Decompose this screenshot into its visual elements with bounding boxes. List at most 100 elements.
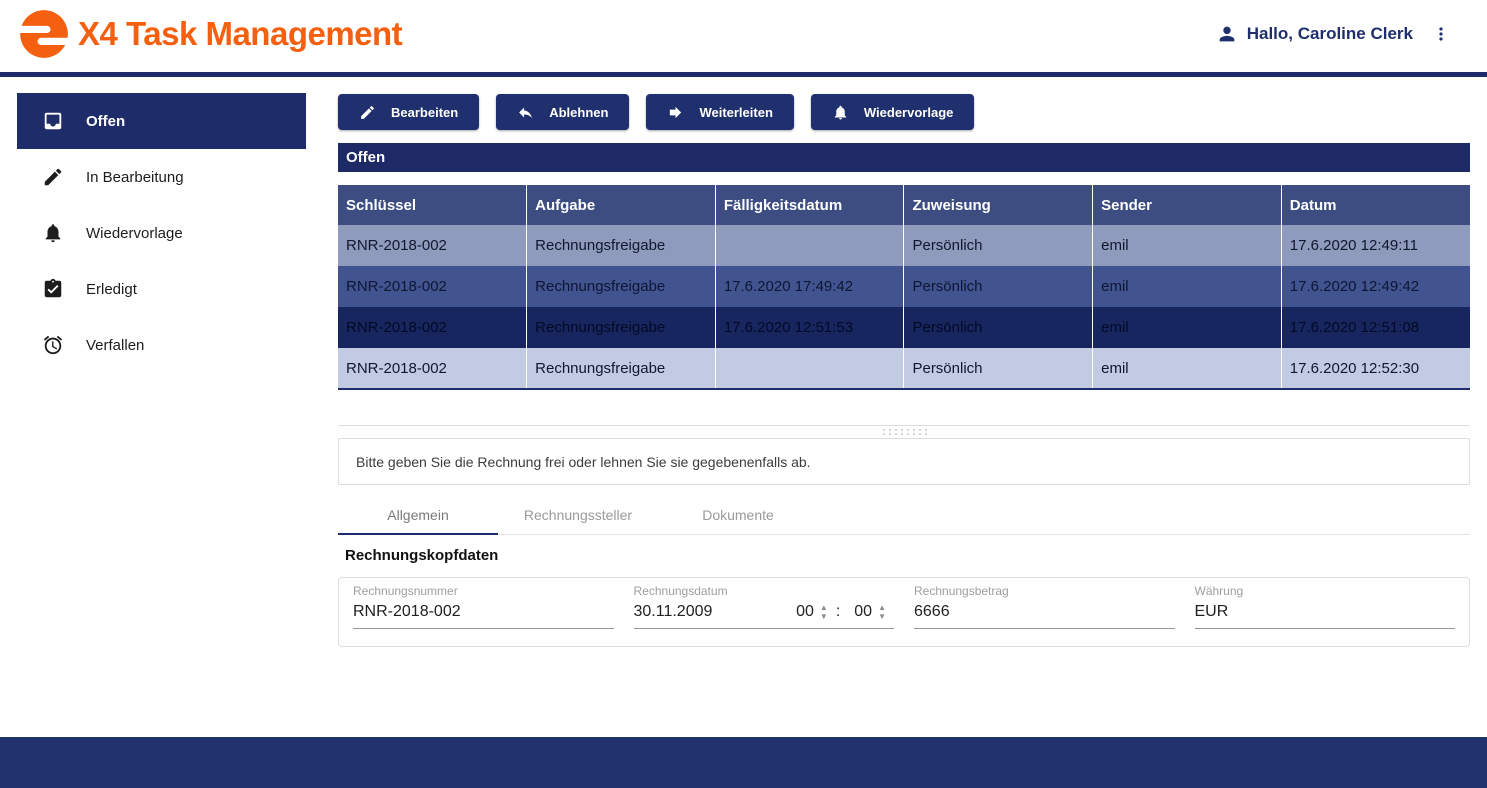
table-cell: 17.6.2020 17:49:42 (715, 266, 904, 307)
table-cell: emil (1093, 266, 1282, 307)
forward-arrow-icon (667, 104, 684, 121)
column-header[interactable]: Schlüssel (338, 185, 527, 225)
instruction-panel: Bitte geben Sie die Rechnung frei oder l… (338, 438, 1470, 485)
table-cell: emil (1093, 307, 1282, 348)
waehrung-input[interactable]: EUR (1195, 603, 1229, 621)
detail-tabs: AllgemeinRechnungsstellerDokumente (338, 495, 1470, 535)
button-label: Bearbeiten (391, 105, 458, 120)
ablehnen-button[interactable]: Ablehnen (496, 94, 629, 130)
field-rechnungsnummer: Rechnungsnummer RNR-2018-002 (353, 584, 614, 640)
table-body: RNR-2018-002RechnungsfreigabePersönliche… (338, 225, 1470, 389)
field-rechnungsdatum: Rechnungsdatum 30.11.2009 00 ▲ ▼ : 00 (634, 584, 895, 640)
app-header: X4 Task Management Hallo, Caroline Clerk (0, 0, 1487, 77)
table-cell: Rechnungsfreigabe (527, 307, 716, 348)
table-row[interactable]: RNR-2018-002Rechnungsfreigabe Persönliche… (338, 348, 1470, 389)
table-row[interactable]: RNR-2018-002Rechnungsfreigabe17.6.2020 1… (338, 266, 1470, 307)
rechnungsdatum-input[interactable]: 30.11.2009 (634, 603, 713, 621)
table-cell: Persönlich (904, 307, 1093, 348)
page-title: X4 Task Management (78, 15, 402, 53)
sidebar-item-label: Erledigt (86, 281, 137, 298)
table-cell: 17.6.2020 12:52:30 (1281, 348, 1470, 389)
column-header[interactable]: Sender (1093, 185, 1282, 225)
hours-input[interactable]: 00 (796, 603, 814, 621)
tab-allgemein[interactable]: Allgemein (338, 495, 498, 534)
field-label: Rechnungsnummer (353, 584, 614, 598)
toolbar: Bearbeiten Ablehnen Weiterleiten Wiedervorl… (338, 94, 1470, 130)
sidebar-item-wiedervorlage[interactable]: Wiedervorlage (17, 205, 306, 261)
weiterleiten-button[interactable]: Weiterleiten (646, 94, 793, 130)
button-label: Ablehnen (549, 105, 608, 120)
reply-arrow-icon (517, 104, 534, 121)
sidebar: Offen In Bearbeitung Wiedervorlage Erledigt… (0, 77, 306, 373)
field-label: Währung (1195, 584, 1456, 598)
footer-bar (0, 737, 1487, 788)
sidebar-item-erledigt[interactable]: Erledigt (17, 261, 306, 317)
table-cell: emil (1093, 225, 1282, 266)
table-cell: emil (1093, 348, 1282, 389)
task-list-title: Offen (338, 143, 1470, 172)
user-greeting: Hallo, Caroline Clerk (1247, 24, 1413, 44)
table-cell: 17.6.2020 12:51:08 (1281, 307, 1470, 348)
hours-decrement-button[interactable]: ▼ (820, 612, 828, 621)
wiedervorlage-button[interactable]: Wiedervorlage (811, 94, 974, 130)
table-cell: Persönlich (904, 225, 1093, 266)
pencil-icon (42, 166, 64, 188)
invoice-header-form: Rechnungsnummer RNR-2018-002 Rechnungsda… (338, 577, 1470, 647)
column-header[interactable]: Datum (1281, 185, 1470, 225)
time-separator: : (836, 603, 840, 621)
bearbeiten-button[interactable]: Bearbeiten (338, 94, 479, 130)
instruction-text: Bitte geben Sie die Rechnung frei oder l… (356, 454, 811, 470)
table-row[interactable]: RNR-2018-002Rechnungsfreigabe17.6.2020 1… (338, 307, 1470, 348)
field-waehrung: Währung EUR (1195, 584, 1456, 640)
pencil-icon (359, 104, 376, 121)
table-header-row: SchlüsselAufgabeFälligkeitsdatumZuweisun… (338, 185, 1470, 225)
rechnungsbetrag-input[interactable]: 6666 (914, 603, 950, 621)
minutes-decrement-button[interactable]: ▼ (878, 612, 886, 621)
bell-icon (42, 222, 64, 244)
table-cell (715, 348, 904, 389)
sidebar-item-offen[interactable]: Offen (17, 93, 306, 149)
table-cell (715, 225, 904, 266)
hours-increment-button[interactable]: ▲ (820, 603, 828, 612)
table-cell: Rechnungsfreigabe (527, 266, 716, 307)
table-cell: RNR-2018-002 (338, 348, 527, 389)
table-cell: Persönlich (904, 348, 1093, 389)
splitter (338, 425, 1470, 438)
field-rechnungsbetrag: Rechnungsbetrag 6666 (914, 584, 1175, 640)
table-cell: Persönlich (904, 266, 1093, 307)
sidebar-item-label: Wiedervorlage (86, 225, 183, 242)
app-logo-icon (18, 8, 70, 60)
table-cell: RNR-2018-002 (338, 307, 527, 348)
tab-dokumente[interactable]: Dokumente (658, 495, 818, 534)
field-label: Rechnungsdatum (634, 584, 895, 598)
task-table: SchlüsselAufgabeFälligkeitsdatumZuweisun… (338, 185, 1470, 390)
field-label: Rechnungsbetrag (914, 584, 1175, 598)
user-icon (1216, 23, 1238, 45)
button-label: Wiedervorlage (864, 105, 953, 120)
sidebar-item-label: In Bearbeitung (86, 169, 184, 186)
page: X4 Task Management Hallo, Caroline Clerk… (0, 0, 1487, 788)
alarm-clock-icon (42, 334, 64, 356)
table-cell: RNR-2018-002 (338, 225, 527, 266)
sidebar-item-verfallen[interactable]: Verfallen (17, 317, 306, 373)
splitter-grip-icon[interactable] (881, 428, 927, 435)
table-row[interactable]: RNR-2018-002Rechnungsfreigabe Persönliche… (338, 225, 1470, 266)
sidebar-item-in-bearbeitung[interactable]: In Bearbeitung (17, 149, 306, 205)
table-cell: 17.6.2020 12:49:42 (1281, 266, 1470, 307)
table-cell: Rechnungsfreigabe (527, 225, 716, 266)
table-cell: 17.6.2020 12:51:53 (715, 307, 904, 348)
button-label: Weiterleiten (699, 105, 772, 120)
minutes-increment-button[interactable]: ▲ (878, 603, 886, 612)
tab-rechnungssteller[interactable]: Rechnungssteller (498, 495, 658, 534)
column-header[interactable]: Fälligkeitsdatum (715, 185, 904, 225)
sidebar-item-label: Offen (86, 113, 125, 130)
bell-icon (832, 104, 849, 121)
more-menu-icon[interactable] (1431, 24, 1451, 44)
clipboard-check-icon (42, 278, 64, 300)
column-header[interactable]: Zuweisung (904, 185, 1093, 225)
table-cell: Rechnungsfreigabe (527, 348, 716, 389)
column-header[interactable]: Aufgabe (527, 185, 716, 225)
table-cell: RNR-2018-002 (338, 266, 527, 307)
rechnungsnummer-input[interactable]: RNR-2018-002 (353, 603, 461, 621)
minutes-input[interactable]: 00 (854, 603, 872, 621)
